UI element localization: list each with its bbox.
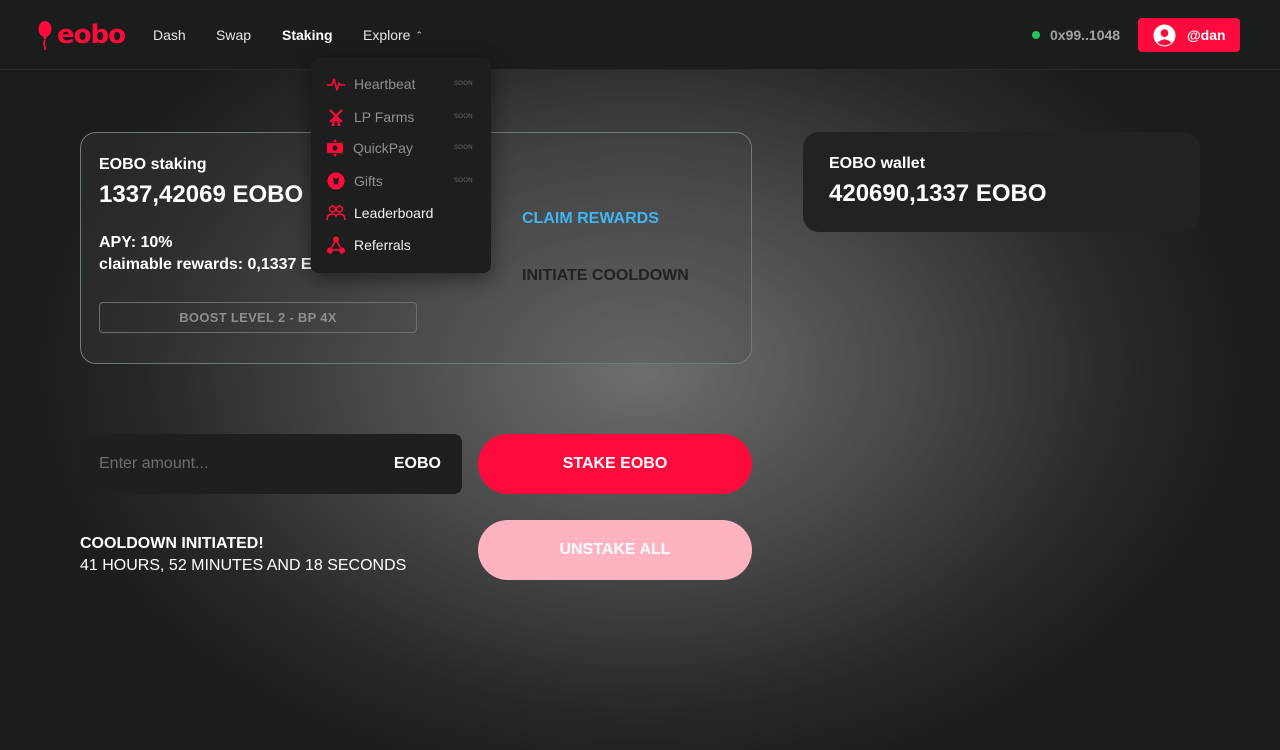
apy-value: APY: 10% [99,234,173,251]
menu-item-lp-farms[interactable]: LP Farms SOON [311,103,491,131]
gift-icon [327,172,345,190]
top-navbar: eobo Dash Swap Staking Explore ⌃ 0x99..1… [0,0,1280,70]
wallet-label: EOBO wallet [829,155,926,172]
menu-item-label: QuickPay [353,140,413,156]
amount-input-container: EOBO [80,434,462,494]
balloon-logo-icon [38,21,52,50]
nav-dash[interactable]: Dash [153,26,186,44]
windmill-icon [329,109,343,126]
amount-input[interactable] [80,434,380,494]
menu-item-label: Leaderboard [354,205,434,221]
stake-button[interactable]: STAKE EOBO [478,434,752,494]
wallet-card: EOBO wallet 420690,1337 EOBO [803,132,1200,232]
user-profile-button[interactable]: @dan [1138,18,1240,52]
initiate-cooldown-button[interactable]: INITIATE COOLDOWN [522,267,689,285]
eobo-logo[interactable]: eobo [37,20,126,50]
amount-unit: EOBO [393,455,441,472]
heartbeat-icon [327,78,345,91]
wallet-balance: 420690,1337 EOBO [829,180,1047,207]
nav-explore[interactable]: Explore ⌃ [363,26,423,44]
boost-level-button[interactable]: BOOST LEVEL 2 - BP 4X [99,302,417,333]
nav-staking[interactable]: Staking [282,26,333,44]
soon-badge: SOON [454,178,473,184]
menu-item-leaderboard[interactable]: Leaderboard [311,199,491,227]
menu-item-quickpay[interactable]: QuickPay SOON [311,134,491,162]
connection-status-dot [1032,31,1040,39]
cooldown-title: COOLDOWN INITIATED! [80,535,264,552]
staking-label: EOBO staking [99,156,207,173]
menu-item-heartbeat[interactable]: Heartbeat SOON [311,70,491,98]
nav-swap[interactable]: Swap [216,26,251,44]
quickpay-icon [327,139,343,157]
menu-item-gifts[interactable]: Gifts SOON [311,167,491,195]
referral-network-icon [327,236,345,254]
explore-dropdown: Heartbeat SOON LP Farms SOON QuickPay SO… [311,58,491,273]
nav-explore-label: Explore [363,27,411,43]
menu-item-label: Heartbeat [354,76,416,92]
wallet-address[interactable]: 0x99..1048 [1050,27,1120,43]
soon-badge: SOON [454,145,473,151]
staked-amount: 1337,42069 EOBO [99,181,304,208]
menu-item-referrals[interactable]: Referrals [311,231,491,259]
menu-item-label: Referrals [354,237,411,253]
menu-item-label: LP Farms [354,109,415,125]
soon-badge: SOON [454,114,473,120]
username: @dan [1187,27,1226,43]
claim-rewards-button[interactable]: CLAIM REWARDS [522,210,659,228]
users-icon [326,205,346,221]
logo-wordmark: eobo [57,20,126,50]
menu-item-label: Gifts [354,173,383,189]
chevron-up-icon: ⌃ [415,30,424,40]
soon-badge: SOON [454,81,473,87]
user-avatar-icon [1153,23,1176,47]
unstake-all-button[interactable]: UNSTAKE ALL [478,520,752,580]
cooldown-remaining: 41 HOURS, 52 MINUTES AND 18 SECONDS [80,557,407,574]
